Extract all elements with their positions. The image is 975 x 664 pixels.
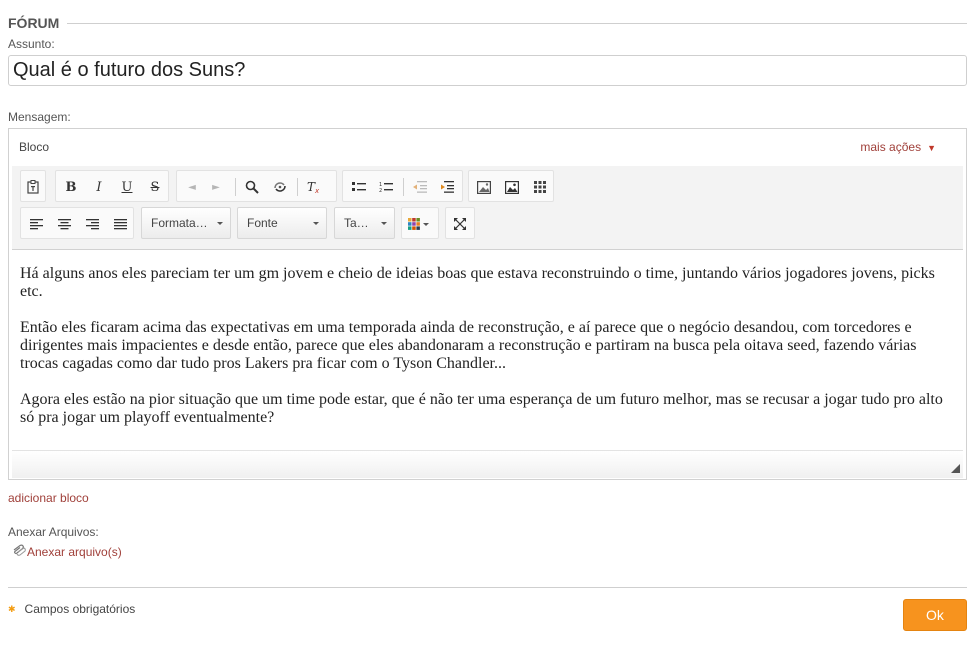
- caret-down-icon: ▼: [927, 142, 936, 153]
- format-dropdown-label: Formata…: [151, 216, 208, 230]
- insert-picture-icon[interactable]: [503, 178, 521, 196]
- chevron-down-icon: [381, 222, 387, 225]
- ok-button[interactable]: Ok: [903, 599, 967, 631]
- size-dropdown-label: Ta…: [344, 216, 369, 230]
- more-actions-label: mais ações: [860, 139, 922, 154]
- editor-footer: [12, 450, 963, 478]
- align-right-icon[interactable]: [83, 215, 101, 233]
- toolbar-group-basic-styles: B I U S: [55, 170, 169, 202]
- strikethrough-icon[interactable]: S: [146, 178, 164, 196]
- font-dropdown[interactable]: Fonte: [237, 207, 327, 239]
- align-justify-icon[interactable]: [111, 215, 129, 233]
- toolbar-separator: [235, 178, 236, 196]
- text-color-icon[interactable]: [407, 215, 431, 233]
- toolbar-group-align: [20, 207, 134, 239]
- legend-divider: [67, 22, 967, 24]
- toolbar-group-tools: [445, 207, 475, 239]
- subject-input[interactable]: [8, 55, 967, 86]
- size-dropdown[interactable]: Ta…: [334, 207, 395, 239]
- editor-toolbar: B I U S ◄ ► Tx 12 Formata… Fonte Ta…: [12, 166, 963, 250]
- redo-icon[interactable]: ►: [207, 178, 225, 196]
- forum-title: FÓRUM: [8, 15, 60, 31]
- required-fields-label: Campos obrigatórios: [24, 602, 136, 616]
- find-icon[interactable]: [243, 178, 261, 196]
- numbered-list-icon[interactable]: 12: [377, 178, 395, 196]
- align-left-icon[interactable]: [27, 215, 45, 233]
- image-icon[interactable]: [475, 178, 493, 196]
- toolbar-group-lists: 12: [342, 170, 463, 202]
- toolbar-separator: [297, 178, 298, 196]
- replace-icon[interactable]: [271, 178, 289, 196]
- undo-icon[interactable]: ◄: [183, 178, 201, 196]
- attach-files-link[interactable]: Anexar arquivo(s): [12, 543, 122, 561]
- font-dropdown-label: Fonte: [247, 216, 278, 230]
- toolbar-group-color: [401, 207, 439, 239]
- content-paragraph: Então eles ficaram acima das expectativa…: [20, 319, 917, 372]
- resize-handle-icon[interactable]: [951, 464, 960, 473]
- attach-files-label: Anexar arquivo(s): [27, 545, 122, 559]
- message-label: Mensagem:: [8, 110, 71, 124]
- content-paragraph: Há alguns anos eles pareciam ter um gm j…: [20, 265, 935, 300]
- bulleted-list-icon[interactable]: [350, 178, 368, 196]
- rich-text-editor: Bloco mais ações ▼ B I U S ◄ ► T x 1 2 F…: [8, 128, 967, 480]
- required-fields-note: ✱ Campos obrigatórios: [8, 602, 135, 616]
- remove-format-icon[interactable]: Tx: [305, 178, 323, 196]
- chevron-down-icon: [217, 222, 223, 225]
- chevron-down-icon: [313, 222, 319, 225]
- toolbar-group-paste: [20, 170, 46, 202]
- toolbar-group-insert: [468, 170, 554, 202]
- svg-text:2: 2: [379, 188, 382, 193]
- outdent-icon[interactable]: [411, 178, 429, 196]
- divider: [8, 587, 967, 588]
- editor-content[interactable]: Há alguns anos eles pareciam ter um gm j…: [20, 265, 950, 445]
- more-actions-button[interactable]: mais ações ▼: [860, 140, 956, 154]
- svg-text:x: x: [314, 187, 320, 194]
- required-star-icon: ✱: [8, 603, 16, 614]
- content-paragraph: Agora eles estão na pior situação que um…: [20, 391, 943, 426]
- format-dropdown[interactable]: Formata…: [141, 207, 231, 239]
- add-block-link[interactable]: adicionar bloco: [8, 491, 89, 505]
- table-icon[interactable]: [531, 178, 549, 196]
- maximize-icon[interactable]: [451, 215, 469, 233]
- attachments-label: Anexar Arquivos:: [8, 525, 99, 539]
- paste-text-icon[interactable]: [24, 178, 42, 196]
- toolbar-group-edit: ◄ ► Tx: [176, 170, 337, 202]
- toolbar-separator: [403, 178, 404, 196]
- italic-icon[interactable]: I: [90, 178, 108, 196]
- align-center-icon[interactable]: [55, 215, 73, 233]
- fieldset-legend: FÓRUM: [8, 15, 967, 31]
- subject-label: Assunto:: [8, 37, 55, 51]
- paperclip-icon: [12, 543, 27, 561]
- editor-header: Bloco mais ações ▼: [9, 129, 966, 164]
- block-label: Bloco: [19, 139, 50, 154]
- indent-icon[interactable]: [438, 178, 456, 196]
- underline-icon[interactable]: U: [118, 178, 136, 196]
- bold-icon[interactable]: B: [62, 178, 80, 196]
